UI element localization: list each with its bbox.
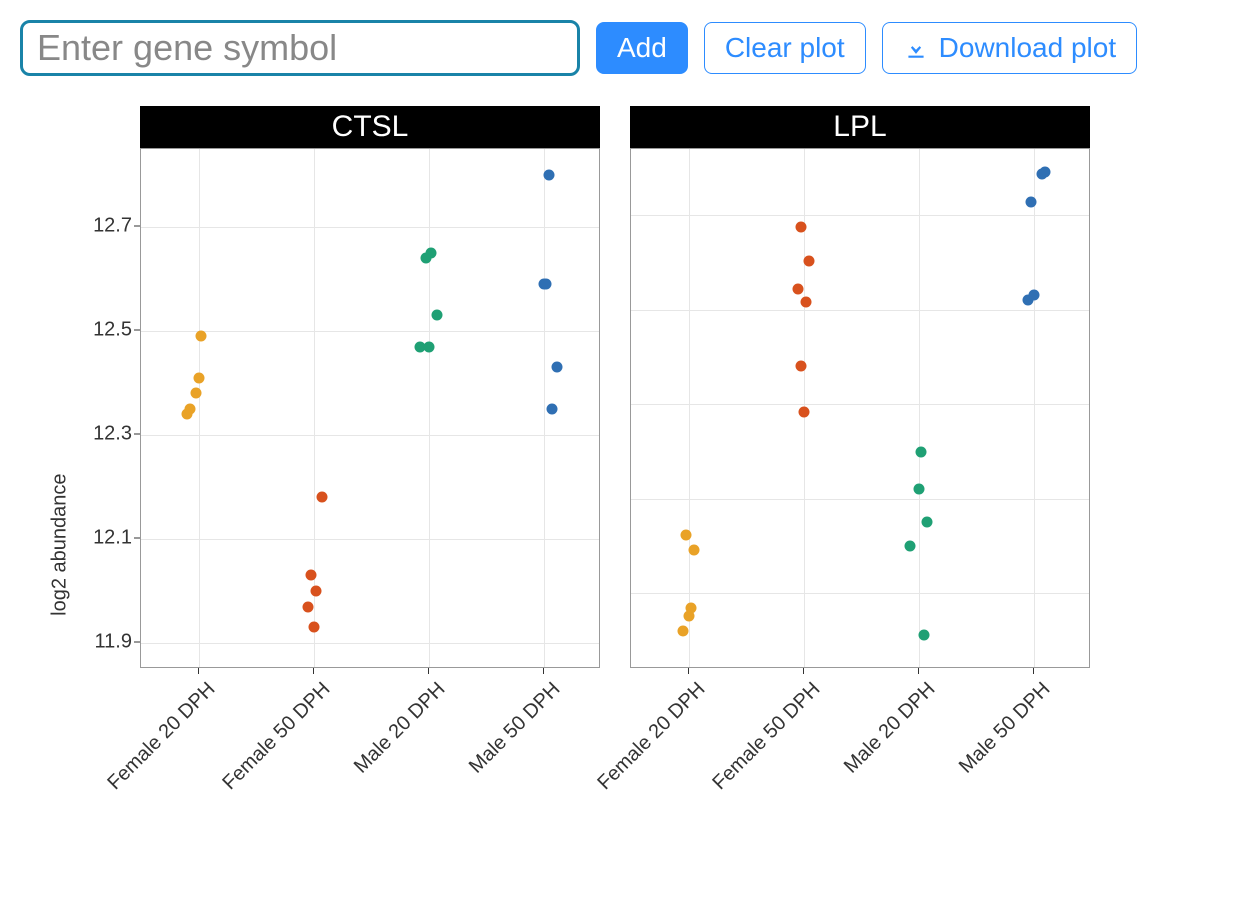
- data-point: [680, 529, 691, 540]
- gene-symbol-input[interactable]: [20, 20, 580, 76]
- plot-panel: [140, 148, 600, 668]
- x-tick-label: Male 20 DPH: [839, 678, 939, 778]
- toolbar: Add Clear plot Download plot: [20, 20, 1214, 76]
- x-tick-label: Female 20 DPH: [593, 678, 710, 795]
- data-point: [305, 570, 316, 581]
- download-plot-label: Download plot: [939, 31, 1116, 65]
- y-tick-label: 12.7: [93, 215, 132, 238]
- facet-title: LPL: [630, 106, 1090, 148]
- data-point: [921, 516, 932, 527]
- data-point: [544, 170, 555, 181]
- y-tick-label: 12.1: [93, 527, 132, 550]
- data-point: [919, 629, 930, 640]
- y-tick-label: 12.3: [93, 423, 132, 446]
- data-point: [916, 446, 927, 457]
- data-point: [546, 404, 557, 415]
- x-tick-label: Male 50 DPH: [464, 678, 564, 778]
- data-point: [1025, 196, 1036, 207]
- data-point: [686, 603, 697, 614]
- data-point: [196, 331, 207, 342]
- x-tick-label: Male 50 DPH: [954, 678, 1054, 778]
- facet-ctsl: CTSL 11.9 12.1 12.3 12.5 12.7 Female 20 DPHFem…: [70, 106, 600, 818]
- data-point: [677, 626, 688, 637]
- data-point: [552, 362, 563, 373]
- x-axis: Female 20 DPHFemale 50 DPHMale 20 DPHMal…: [140, 668, 600, 818]
- plot-panel: [630, 148, 1090, 668]
- data-point: [792, 283, 803, 294]
- y-axis: 11.9 12.1 12.3 12.5 12.7: [70, 148, 140, 668]
- data-point: [302, 601, 313, 612]
- x-tick-label: Female 50 DPH: [218, 678, 335, 795]
- data-point: [798, 406, 809, 417]
- data-point: [193, 372, 204, 383]
- data-point: [185, 404, 196, 415]
- facet-title: CTSL: [140, 106, 600, 148]
- y-tick-label: 12.5: [93, 319, 132, 342]
- data-point: [801, 297, 812, 308]
- facet-lpl: LPL1010.51111.512Female 20 DPHFemale 50 …: [630, 106, 1090, 818]
- add-button[interactable]: Add: [596, 22, 688, 74]
- data-point: [913, 484, 924, 495]
- data-point: [311, 586, 322, 597]
- download-icon: [903, 35, 929, 61]
- plots-container: log2 abundance CTSL11.912.112.312.512.7F…: [70, 106, 1214, 818]
- data-point: [308, 622, 319, 633]
- data-point: [431, 310, 442, 321]
- x-tick-label: Female 20 DPH: [103, 678, 220, 795]
- x-tick-label: Male 20 DPH: [349, 678, 449, 778]
- x-axis: Female 20 DPHFemale 50 DPHMale 20 DPHMal…: [630, 668, 1090, 818]
- y-axis-label: log2 abundance: [49, 474, 72, 616]
- data-point: [795, 221, 806, 232]
- data-point: [1028, 289, 1039, 300]
- data-point: [1039, 166, 1050, 177]
- data-point: [795, 361, 806, 372]
- data-point: [190, 388, 201, 399]
- data-point: [689, 544, 700, 555]
- data-point: [905, 541, 916, 552]
- data-point: [426, 248, 437, 259]
- data-point: [423, 341, 434, 352]
- data-point: [804, 255, 815, 266]
- y-tick-label: 11.9: [95, 631, 132, 654]
- data-point: [541, 279, 552, 290]
- clear-plot-button[interactable]: Clear plot: [704, 22, 866, 74]
- download-plot-button[interactable]: Download plot: [882, 22, 1137, 74]
- x-tick-label: Female 50 DPH: [708, 678, 825, 795]
- data-point: [316, 492, 327, 503]
